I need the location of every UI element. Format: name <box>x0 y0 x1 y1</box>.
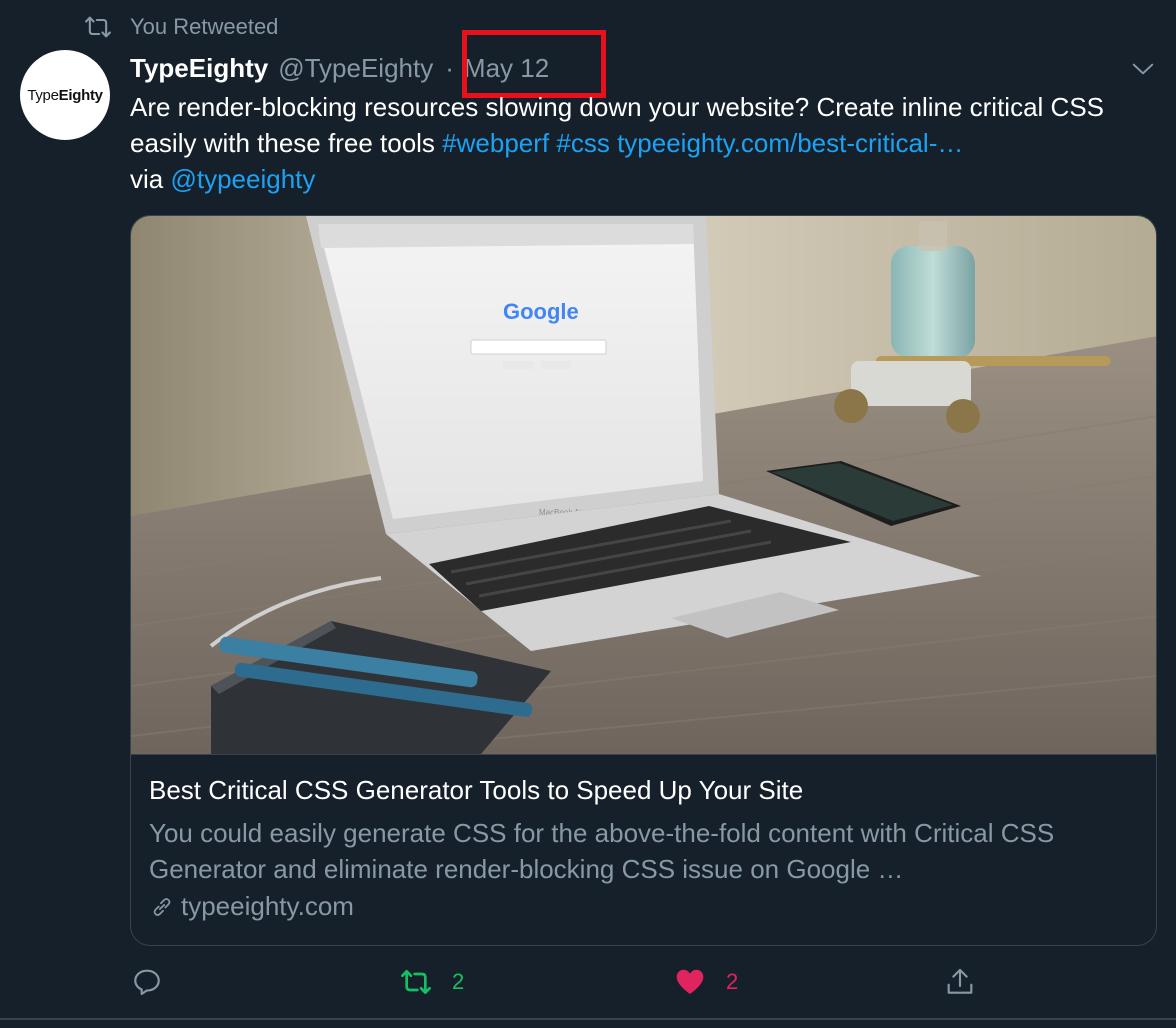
card-image[interactable]: Google MacBook Air <box>131 216 1157 754</box>
chevron-down-icon[interactable] <box>1130 56 1156 82</box>
retweet-icon <box>85 16 111 38</box>
like-count: 2 <box>726 969 739 994</box>
link-card[interactable]: Google MacBook Air Best Critical CSS Gen… <box>130 215 1157 946</box>
card-description: You could easily generate CSS for the ab… <box>149 818 1055 884</box>
tweet-divider <box>0 1018 1176 1020</box>
handle[interactable]: @TypeEighty <box>278 53 433 84</box>
retweet-context: You Retweeted <box>84 12 278 42</box>
card-body: Best Critical CSS Generator Tools to Spe… <box>131 754 1156 945</box>
date-highlight-box <box>462 30 606 98</box>
card-domain: typeeighty.com <box>149 891 354 922</box>
like-button[interactable]: 2 <box>674 966 738 998</box>
avatar-text-plain: Type <box>27 86 59 104</box>
retweet-button[interactable]: 2 <box>400 966 464 998</box>
tweet-text: Are render-blocking resources slowing do… <box>130 89 1165 197</box>
link-icon <box>153 897 171 916</box>
display-name[interactable]: TypeEighty <box>130 53 268 84</box>
hashtag-css[interactable]: #css <box>556 128 609 158</box>
retweet-icon <box>401 970 431 994</box>
share-button[interactable] <box>944 966 976 998</box>
reply-icon <box>134 969 160 996</box>
avatar[interactable]: Type Eighty <box>20 50 110 140</box>
card-title: Best Critical CSS Generator Tools to Spe… <box>149 775 804 805</box>
avatar-text-bold: Eighty <box>58 86 103 104</box>
tweet-url-link[interactable]: typeeighty.com/best-critical-… <box>617 128 963 158</box>
header-separator: · <box>445 52 454 83</box>
tweet-actions: 2 2 <box>0 960 1176 1008</box>
reply-button[interactable] <box>131 966 163 998</box>
tweet-via-text: via <box>130 164 171 194</box>
mention-typeeighty[interactable]: @typeeighty <box>170 164 315 194</box>
screen-google-logo: Google <box>503 299 579 324</box>
retweet-context-label: You Retweeted <box>130 14 279 39</box>
tweet[interactable]: You Retweeted Type Eighty TypeEighty @Typ… <box>0 0 1176 1028</box>
heart-icon <box>676 969 704 994</box>
share-icon <box>947 968 973 994</box>
card-domain-text: typeeighty.com <box>181 891 354 921</box>
retweet-count: 2 <box>452 969 465 994</box>
hashtag-webperf[interactable]: #webperf <box>442 128 549 158</box>
